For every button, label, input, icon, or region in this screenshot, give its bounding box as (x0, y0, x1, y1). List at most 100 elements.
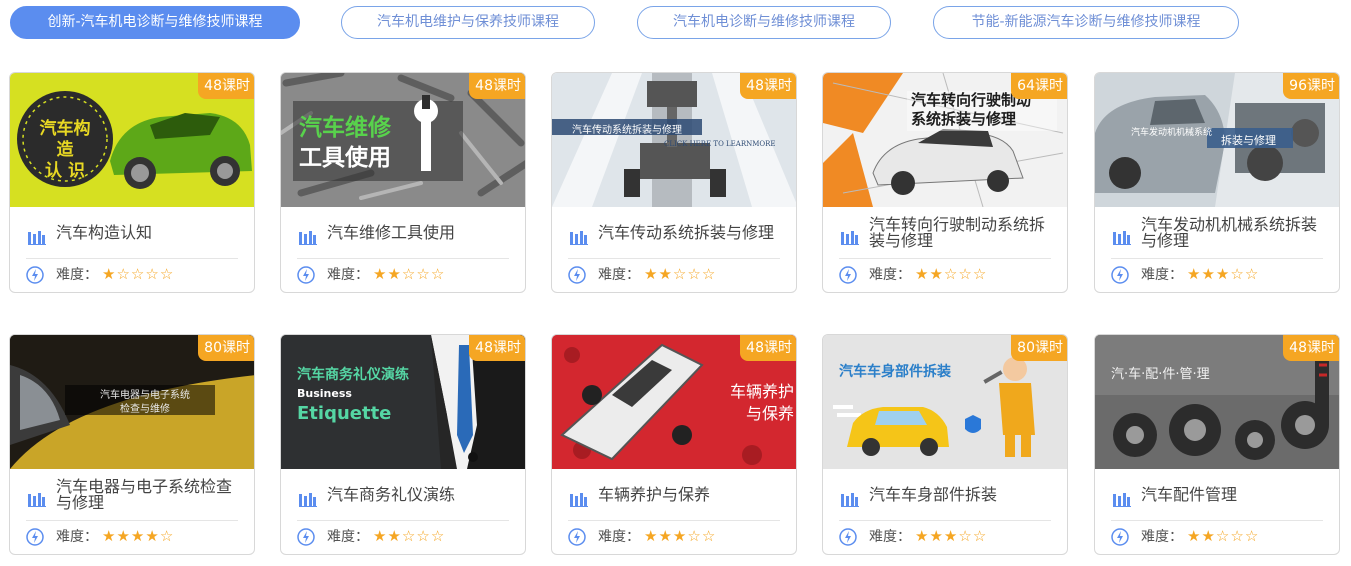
course-card[interactable]: 汽·车·配·件·管·理 48课时 汽车配件管理 难度： ★★☆☆☆ (1094, 334, 1340, 555)
star-empty-icon: ☆ (687, 527, 702, 545)
star-filled-icon: ★ (373, 527, 388, 545)
book-icon (1113, 231, 1131, 245)
hours-badge: 80课时 (1011, 335, 1067, 361)
thumb-text: Business (297, 387, 352, 400)
star-filled-icon: ★ (1187, 265, 1202, 283)
tab-innovation-diagnosis[interactable]: 创新-汽车机电诊断与维修技师课程 (10, 6, 300, 39)
lightning-icon (839, 528, 857, 546)
book-icon (570, 231, 588, 245)
course-thumbnail: 汽·车·配·件·管·理 48课时 (1095, 335, 1339, 469)
lightning-icon (26, 528, 44, 546)
course-title[interactable]: 汽车电器与电子系统检查与修理 (56, 469, 238, 520)
star-empty-icon: ☆ (401, 265, 417, 283)
hours-badge: 48课时 (1283, 335, 1339, 361)
tab-diagnosis-repair[interactable]: 汽车机电诊断与维修技师课程 (637, 6, 891, 39)
difficulty-stars: ★★☆☆☆ (373, 527, 445, 545)
lightning-icon (1111, 266, 1129, 284)
hours-badge: 48课时 (469, 73, 525, 99)
star-filled-icon: ★ (116, 527, 131, 545)
course-card[interactable]: 汽车维修 工具使用 48课时 汽车维修工具使用 难度： ★★☆☆☆ (280, 72, 526, 293)
course-card[interactable]: 汽车车身部件拆装 80课时 汽车车身部件拆装 难度： ★★★☆☆ (822, 334, 1068, 555)
book-icon (28, 231, 46, 245)
course-card[interactable]: 车辆养护 与保养 48课时 车辆养护与保养 难度： ★★★☆☆ (551, 334, 797, 555)
course-card[interactable]: 汽车转向行驶制动 系统拆装与修理 64课时 汽车转向行驶制动系统拆装与修理 难度… (822, 72, 1068, 293)
star-empty-icon: ☆ (416, 265, 431, 283)
difficulty-label: 难度： (56, 267, 98, 283)
star-filled-icon: ★ (1215, 265, 1231, 283)
lightning-icon (568, 266, 586, 284)
lightning-icon (1111, 528, 1129, 546)
course-card[interactable]: 汽车电器与电子系统 检查与维修 80课时 汽车电器与电子系统检查与修理 难度： … (9, 334, 255, 555)
course-title[interactable]: 汽车发动机机械系统拆装与修理 (1141, 207, 1323, 258)
thumb-text: 车辆养护 (729, 382, 794, 401)
thumb-text: 汽车发动机机械系统 (1131, 128, 1213, 138)
course-thumbnail: 汽车转向行驶制动 系统拆装与修理 64课时 (823, 73, 1067, 207)
star-empty-icon: ☆ (701, 265, 717, 283)
star-empty-icon: ☆ (145, 265, 160, 283)
thumb-text: 与保养 (745, 404, 794, 423)
star-empty-icon: ☆ (972, 527, 988, 545)
course-card[interactable]: 汽车传动系统拆装与修理 CLICK HERE TO LEARNMORE 48课时… (551, 72, 797, 293)
tab-maintenance[interactable]: 汽车机电维护与保养技师课程 (341, 6, 595, 39)
difficulty-stars: ★☆☆☆☆ (102, 265, 174, 283)
thumb-text: 汽车车身部件拆装 (839, 364, 951, 380)
star-empty-icon: ☆ (1244, 527, 1260, 545)
star-filled-icon: ★ (644, 527, 659, 545)
star-empty-icon: ☆ (701, 527, 717, 545)
hours-badge: 64课时 (1011, 73, 1067, 99)
course-title[interactable]: 汽车维修工具使用 (327, 207, 509, 258)
thumb-text: 汽车商务礼仪演练 (297, 367, 409, 383)
star-empty-icon: ☆ (116, 265, 131, 283)
star-empty-icon: ☆ (672, 265, 688, 283)
thumb-text: 拆装与修理 (1221, 134, 1276, 147)
difficulty-stars: ★★☆☆☆ (1187, 527, 1259, 545)
star-filled-icon: ★ (387, 265, 402, 283)
course-card[interactable]: 汽车构造 认 识 48课时 汽车构造认知 难度： ★☆☆☆☆ (9, 72, 255, 293)
star-empty-icon: ☆ (1215, 527, 1231, 545)
lightning-icon (839, 266, 857, 284)
difficulty-label: 难度： (598, 267, 640, 283)
course-title[interactable]: 汽车车身部件拆装 (869, 469, 1051, 520)
book-icon (841, 231, 859, 245)
star-filled-icon: ★ (102, 265, 117, 283)
star-empty-icon: ☆ (958, 527, 973, 545)
course-card[interactable]: 汽车发动机机械系统 拆装与修理 96课时 汽车发动机机械系统拆装与修理 难度： … (1094, 72, 1340, 293)
difficulty-label: 难度： (869, 529, 911, 545)
difficulty-stars: ★★☆☆☆ (915, 265, 987, 283)
star-empty-icon: ☆ (430, 527, 446, 545)
course-title[interactable]: 汽车传动系统拆装与修理 (598, 207, 780, 258)
difficulty-label: 难度： (1141, 529, 1183, 545)
lightning-icon (297, 528, 315, 546)
course-title[interactable]: 汽车商务礼仪演练 (327, 469, 509, 520)
hours-badge: 48课时 (740, 335, 796, 361)
lightning-icon (26, 266, 44, 284)
star-empty-icon: ☆ (159, 527, 175, 545)
thumb-text: 汽车电器与电子系统 (100, 390, 190, 401)
thumb-text: 汽·车·配·件·管·理 (1111, 367, 1210, 382)
course-title[interactable]: 汽车构造认知 (56, 207, 238, 258)
course-thumbnail: 汽车传动系统拆装与修理 CLICK HERE TO LEARNMORE 48课时 (552, 73, 796, 207)
course-title[interactable]: 车辆养护与保养 (598, 469, 780, 520)
star-filled-icon: ★ (658, 527, 673, 545)
star-filled-icon: ★ (915, 265, 930, 283)
course-category-tabs: 创新-汽车机电诊断与维修技师课程 汽车机电维护与保养技师课程 汽车机电诊断与维修… (0, 0, 1351, 44)
hours-badge: 96课时 (1283, 73, 1339, 99)
difficulty-stars: ★★☆☆☆ (644, 265, 716, 283)
star-empty-icon: ☆ (1230, 265, 1245, 283)
thumb-text: 汽车维修 (299, 115, 391, 141)
course-title[interactable]: 汽车转向行驶制动系统拆装与修理 (869, 207, 1051, 258)
tab-new-energy[interactable]: 节能-新能源汽车诊断与维修技师课程 (933, 6, 1239, 39)
book-icon (28, 493, 46, 507)
course-thumbnail: 汽车电器与电子系统 检查与维修 80课时 (10, 335, 254, 469)
difficulty-label: 难度： (327, 267, 369, 283)
book-icon (841, 493, 859, 507)
star-filled-icon: ★ (658, 265, 673, 283)
star-filled-icon: ★ (1201, 527, 1216, 545)
course-card[interactable]: 汽车商务礼仪演练 Business Etiquette 48课时 汽车商务礼仪演… (280, 334, 526, 555)
course-title[interactable]: 汽车配件管理 (1141, 469, 1323, 520)
star-filled-icon: ★ (943, 527, 959, 545)
difficulty-label: 难度： (869, 267, 911, 283)
difficulty-label: 难度： (327, 529, 369, 545)
star-empty-icon: ☆ (687, 265, 702, 283)
star-filled-icon: ★ (929, 527, 944, 545)
